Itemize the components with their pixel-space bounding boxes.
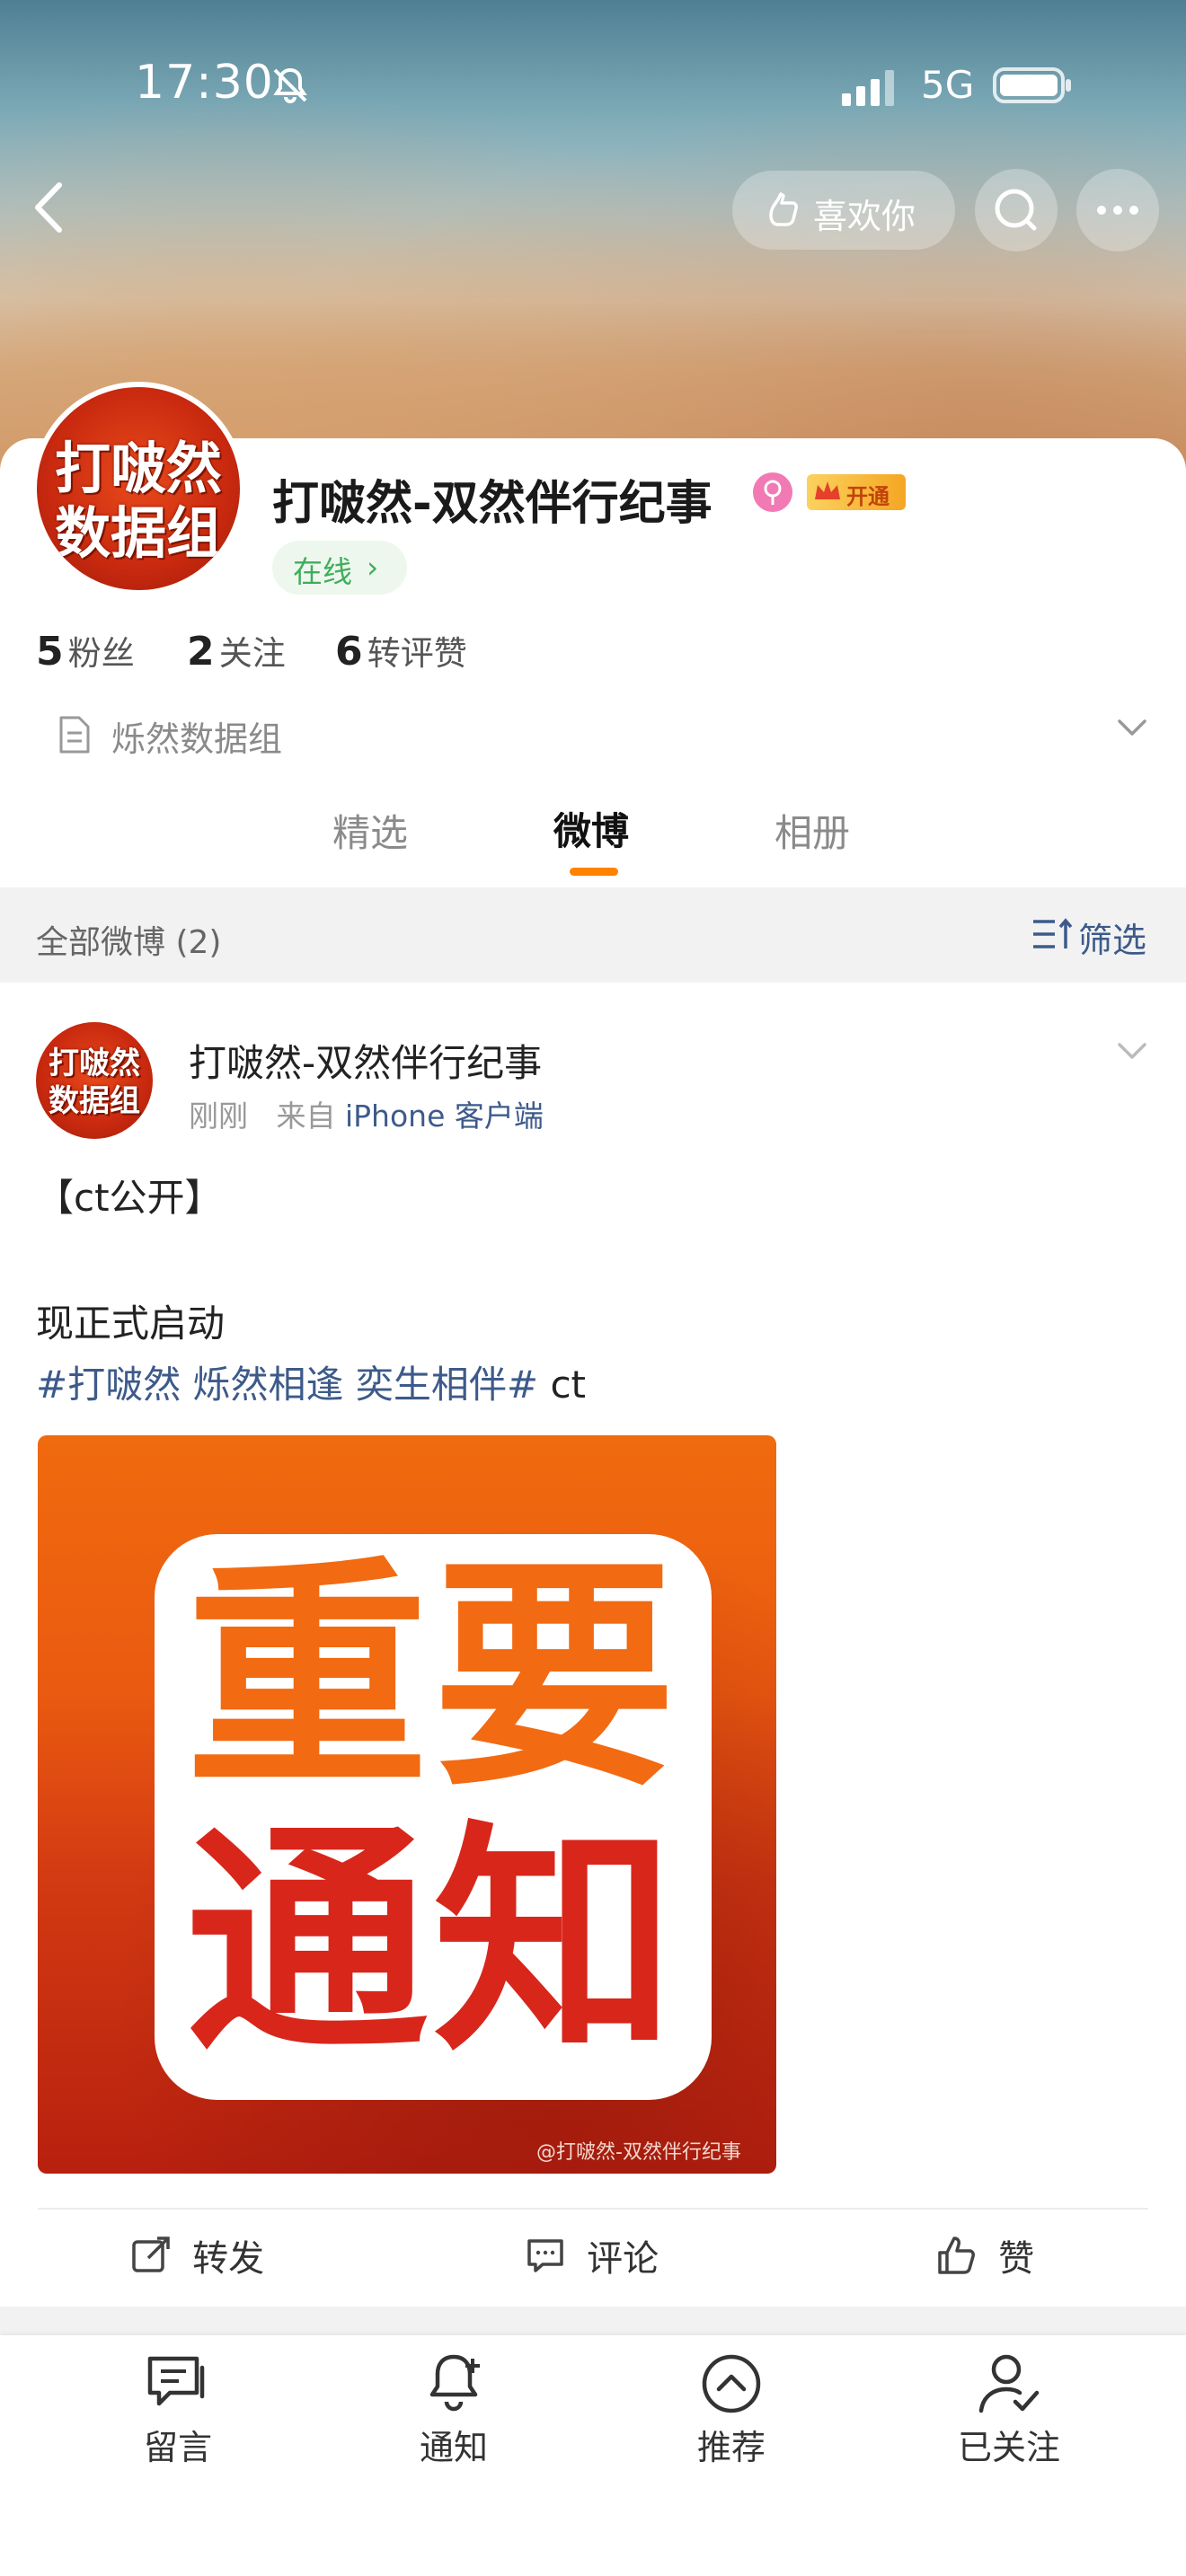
filter-icon[interactable] [1031, 916, 1073, 952]
repost-icon [132, 2236, 170, 2272]
notice-char: 要 [433, 1536, 676, 1819]
post-text-line2: 现正式启动 [36, 1301, 226, 1345]
crown-icon [815, 481, 840, 499]
document-icon [59, 716, 90, 754]
notice-char: 通 [186, 1801, 429, 2084]
stat-label: 转评赞 [367, 634, 467, 673]
like-label: 赞 [998, 2238, 1035, 2280]
repost-label: 转发 [192, 2238, 265, 2280]
chevron-down-icon[interactable] [1114, 714, 1150, 741]
stat-number: 6 [335, 629, 363, 675]
comment-icon [527, 2239, 563, 2272]
member-badge-icon[interactable] [753, 472, 792, 512]
notice-char: 重 [186, 1536, 429, 1819]
key-icon [764, 480, 782, 505]
post-topic-suffix: ct [538, 1363, 587, 1407]
hand-heart-icon [769, 192, 798, 226]
notice-char: 知 [433, 1801, 676, 2084]
network-label: 5G [921, 63, 975, 107]
post-source[interactable]: iPhone 客户端 [345, 1098, 544, 1134]
profile-name: 打啵然-双然伴行纪事 [272, 477, 712, 531]
like-button[interactable]: 赞 [936, 2229, 1034, 2281]
avatar-text-line2: 数据组 [49, 1083, 140, 1119]
group-name[interactable]: 烁然数据组 [111, 711, 282, 761]
tab-featured[interactable]: 精选 [332, 803, 408, 858]
profile-avatar[interactable]: 打啵然 数据组 [31, 382, 245, 595]
search-button[interactable] [975, 169, 1058, 251]
post-text-line3: #打啵然 烁然相逢 奕生相伴# ct [36, 1354, 586, 1409]
nav-label: 留言 [143, 2428, 212, 2467]
back-button[interactable] [20, 172, 77, 243]
nav-recommend[interactable]: 推荐 [686, 2351, 776, 2469]
post-author[interactable]: 打啵然-双然伴行纪事 [189, 1033, 542, 1088]
status-time: 17:30 [135, 56, 274, 110]
stat-interactions[interactable]: 6 转评赞 [335, 626, 467, 675]
more-dots-icon [1097, 206, 1138, 215]
filter-button[interactable]: 筛选 [1078, 913, 1146, 962]
stat-followers[interactable]: 5 粉丝 [36, 626, 135, 675]
battery-icon [993, 67, 1071, 103]
comment-button[interactable]: 评论 [525, 2229, 659, 2281]
post-topic-link[interactable]: #打啵然 烁然相逢 奕生相伴# [36, 1363, 538, 1407]
post-meta: 刚刚 来自 iPhone 客户端 [189, 1092, 544, 1135]
bell-off-icon [273, 67, 307, 103]
post-from-prefix: 来自 [276, 1098, 336, 1134]
chevron-right-icon: › [367, 550, 379, 585]
nav-label: 通知 [419, 2428, 488, 2467]
vip-open-button[interactable]: 开通 [807, 474, 906, 510]
signal-icon [842, 70, 894, 106]
stat-following[interactable]: 2 关注 [187, 626, 286, 675]
nav-label: 推荐 [696, 2428, 766, 2467]
stat-label: 粉丝 [67, 634, 135, 673]
post-menu-chevron-icon[interactable] [1114, 1037, 1150, 1064]
image-watermark: @打啵然-双然伴行纪事 [536, 2141, 741, 2164]
stat-number: 5 [36, 629, 64, 675]
stat-number: 2 [187, 629, 215, 675]
repost-button[interactable]: 转发 [130, 2229, 264, 2281]
section-gap [0, 2307, 1186, 2335]
nav-label: 已关注 [957, 2428, 1060, 2467]
avatar-text-line2: 数据组 [54, 500, 222, 566]
search-icon [995, 189, 1037, 231]
nav-following[interactable]: 已关注 [951, 2351, 1067, 2469]
stat-label: 关注 [218, 634, 286, 673]
tab-weibo[interactable]: 微博 [553, 801, 629, 856]
more-button[interactable] [1076, 169, 1159, 251]
comment-label: 评论 [587, 2238, 659, 2280]
action-divider [38, 2208, 1148, 2210]
thumbs-up-icon [938, 2236, 975, 2274]
nav-notify[interactable]: 通知 [409, 2351, 499, 2469]
post-text-line1: 【ct公开】 [36, 1176, 223, 1220]
tab-active-indicator [570, 868, 618, 876]
online-label: 在线 [293, 554, 352, 589]
vip-open-label: 开通 [846, 484, 890, 509]
post-image[interactable]: 重 要 通 知 @打啵然-双然伴行纪事 [38, 1435, 776, 2174]
all-posts-count: 全部微博 (2) [36, 924, 222, 961]
user-check-icon [978, 2354, 1040, 2413]
tab-album[interactable]: 相册 [774, 803, 850, 858]
chevron-up-circle-icon [702, 2354, 761, 2413]
post-avatar[interactable]: 打啵然 数据组 [36, 1022, 153, 1139]
message-icon [147, 2356, 205, 2406]
like-you-label: 喜欢你 [813, 197, 916, 236]
post-time: 刚刚 [189, 1098, 248, 1134]
nav-message[interactable]: 留言 [133, 2351, 223, 2469]
bell-plus-icon [429, 2354, 480, 2412]
